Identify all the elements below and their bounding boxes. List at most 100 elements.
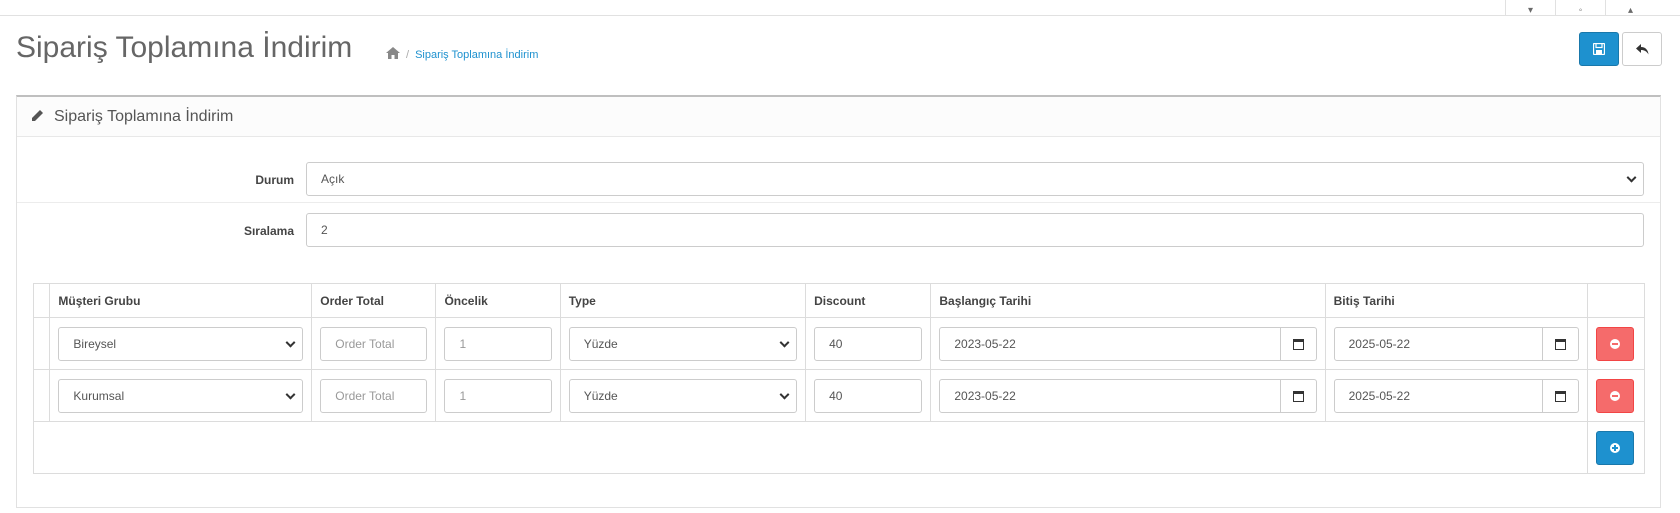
start-date-picker-button[interactable] xyxy=(1279,327,1317,361)
customer-group-value: Kurumsal xyxy=(73,389,125,403)
breadcrumb-separator: / xyxy=(406,48,410,61)
save-icon xyxy=(1593,43,1605,55)
end-date-picker-button[interactable] xyxy=(1542,327,1580,361)
order-total-input[interactable]: Order Total xyxy=(320,327,428,361)
order-total-input[interactable]: Order Total xyxy=(320,379,428,413)
reply-icon xyxy=(1635,43,1648,54)
order-total-cell: Order Total xyxy=(311,369,437,422)
add-row-button[interactable] xyxy=(1596,431,1635,465)
end-date-input[interactable]: 2025-05-22 xyxy=(1333,379,1544,413)
type-select[interactable]: Yüzde xyxy=(568,379,798,413)
status-label: Durum xyxy=(255,173,294,187)
status-select-value: Açık xyxy=(321,172,345,186)
end-date-cell: 2025-05-22 xyxy=(1324,317,1589,370)
save-button[interactable] xyxy=(1579,32,1619,66)
priority-cell: 1 xyxy=(435,369,561,422)
end-date-value: 2025-05-22 xyxy=(1348,337,1411,351)
action-cell xyxy=(1587,369,1645,422)
status-row: Durum Açık xyxy=(17,137,1660,203)
discount-panel: Sipariş Toplamına İndirim Durum Açık Sır… xyxy=(16,95,1661,508)
end-date-picker-button[interactable] xyxy=(1542,379,1580,413)
calendar-icon xyxy=(1555,390,1567,402)
header-icon-button[interactable]: ▴ xyxy=(1605,0,1655,16)
status-select[interactable]: Açık xyxy=(306,162,1644,196)
chevron-down-icon xyxy=(1626,172,1637,183)
priority-input[interactable]: 1 xyxy=(444,379,552,413)
end-date-cell: 2025-05-22 xyxy=(1324,369,1589,422)
action-cell xyxy=(1587,317,1645,370)
discount-input[interactable]: 40 xyxy=(814,327,923,361)
priority-input[interactable]: 1 xyxy=(444,327,552,361)
sort-row: Sıralama 2 xyxy=(17,204,1660,270)
customer-group-select[interactable]: Bireysel xyxy=(58,327,304,361)
customer-group-cell: Bireysel xyxy=(49,317,313,370)
column-header: Müşteri Grubu xyxy=(49,283,313,318)
action-cell xyxy=(1587,421,1645,474)
header-icon-button[interactable]: ▾ xyxy=(1505,0,1555,16)
remove-row-button[interactable] xyxy=(1596,379,1635,413)
start-date-cell: 2023-05-22 xyxy=(930,317,1326,370)
column-header: Başlangıç Tarihi xyxy=(930,283,1326,318)
start-date-input[interactable]: 2023-05-22 xyxy=(939,379,1281,413)
panel-heading: Sipariş Toplamına İndirim xyxy=(17,97,1660,137)
priority-cell: 1 xyxy=(435,317,561,370)
breadcrumb-link[interactable]: Sipariş Toplamına İndirim xyxy=(415,49,538,61)
drag-cell xyxy=(32,317,51,370)
chevron-down-icon xyxy=(779,389,790,400)
end-date-value: 2025-05-22 xyxy=(1348,389,1411,403)
chevron-down-icon xyxy=(285,337,296,348)
end-date-input[interactable]: 2025-05-22 xyxy=(1333,327,1544,361)
remove-row-button[interactable] xyxy=(1596,327,1635,361)
drag-column-header xyxy=(32,283,51,318)
calendar-icon xyxy=(1292,338,1304,350)
table-header-row: Müşteri Grubu Order Total Öncelik Type D… xyxy=(32,283,1645,318)
start-date-cell: 2023-05-22 xyxy=(930,369,1326,422)
home-icon[interactable] xyxy=(386,47,400,62)
add-row xyxy=(32,421,1645,474)
discount-value: 40 xyxy=(829,337,843,351)
discount-cell: 40 xyxy=(805,369,932,422)
order-total-cell: Order Total xyxy=(311,317,437,370)
start-date-input[interactable]: 2023-05-22 xyxy=(939,327,1281,361)
customer-group-value: Bireysel xyxy=(73,337,117,351)
action-column-header xyxy=(1587,283,1645,318)
type-cell: Yüzde xyxy=(559,369,807,422)
type-value: Yüzde xyxy=(583,337,618,351)
chevron-down-icon xyxy=(779,337,790,348)
add-row-spacer xyxy=(32,421,1589,474)
customer-group-select[interactable]: Kurumsal xyxy=(58,379,304,413)
discount-table: Müşteri Grubu Order Total Öncelik Type D… xyxy=(32,283,1645,474)
calendar-icon xyxy=(1292,390,1304,402)
column-header: Discount xyxy=(805,283,932,318)
drag-cell xyxy=(32,369,51,422)
discount-cell: 40 xyxy=(805,317,932,370)
column-header: Öncelik xyxy=(435,283,561,318)
panel-title: Sipariş Toplamına İndirim xyxy=(54,107,234,125)
calendar-icon xyxy=(1555,338,1567,350)
type-value: Yüzde xyxy=(583,389,618,403)
sort-order-value: 2 xyxy=(321,223,328,237)
column-header: Bitiş Tarihi xyxy=(1324,283,1589,318)
start-date-picker-button[interactable] xyxy=(1279,379,1317,413)
column-header: Type xyxy=(559,283,807,318)
minus-circle-icon xyxy=(1610,339,1621,349)
minus-circle-icon xyxy=(1610,391,1621,401)
plus-circle-icon xyxy=(1610,443,1621,453)
discount-value: 40 xyxy=(829,389,843,403)
customer-group-cell: Kurumsal xyxy=(49,369,313,422)
top-header: ▾ ◦ ▴ xyxy=(0,0,1680,16)
page-title: Sipariş Toplamına İndirim xyxy=(16,31,353,64)
header-icon-button[interactable]: ◦ xyxy=(1555,0,1605,16)
type-cell: Yüzde xyxy=(559,317,807,370)
column-header: Order Total xyxy=(311,283,437,318)
table-row: Kurumsal Order Total 1 Yüzde 40 2023-05-… xyxy=(32,369,1645,422)
type-select[interactable]: Yüzde xyxy=(568,327,798,361)
sort-label: Sıralama xyxy=(243,224,294,238)
start-date-value: 2023-05-22 xyxy=(954,389,1016,403)
order-total-placeholder: Order Total xyxy=(335,389,395,403)
priority-value: 1 xyxy=(459,337,467,351)
discount-input[interactable]: 40 xyxy=(814,379,923,413)
sort-order-input[interactable]: 2 xyxy=(306,213,1644,247)
breadcrumb: / Sipariş Toplamına İndirim xyxy=(386,47,538,62)
back-button[interactable] xyxy=(1622,32,1662,66)
